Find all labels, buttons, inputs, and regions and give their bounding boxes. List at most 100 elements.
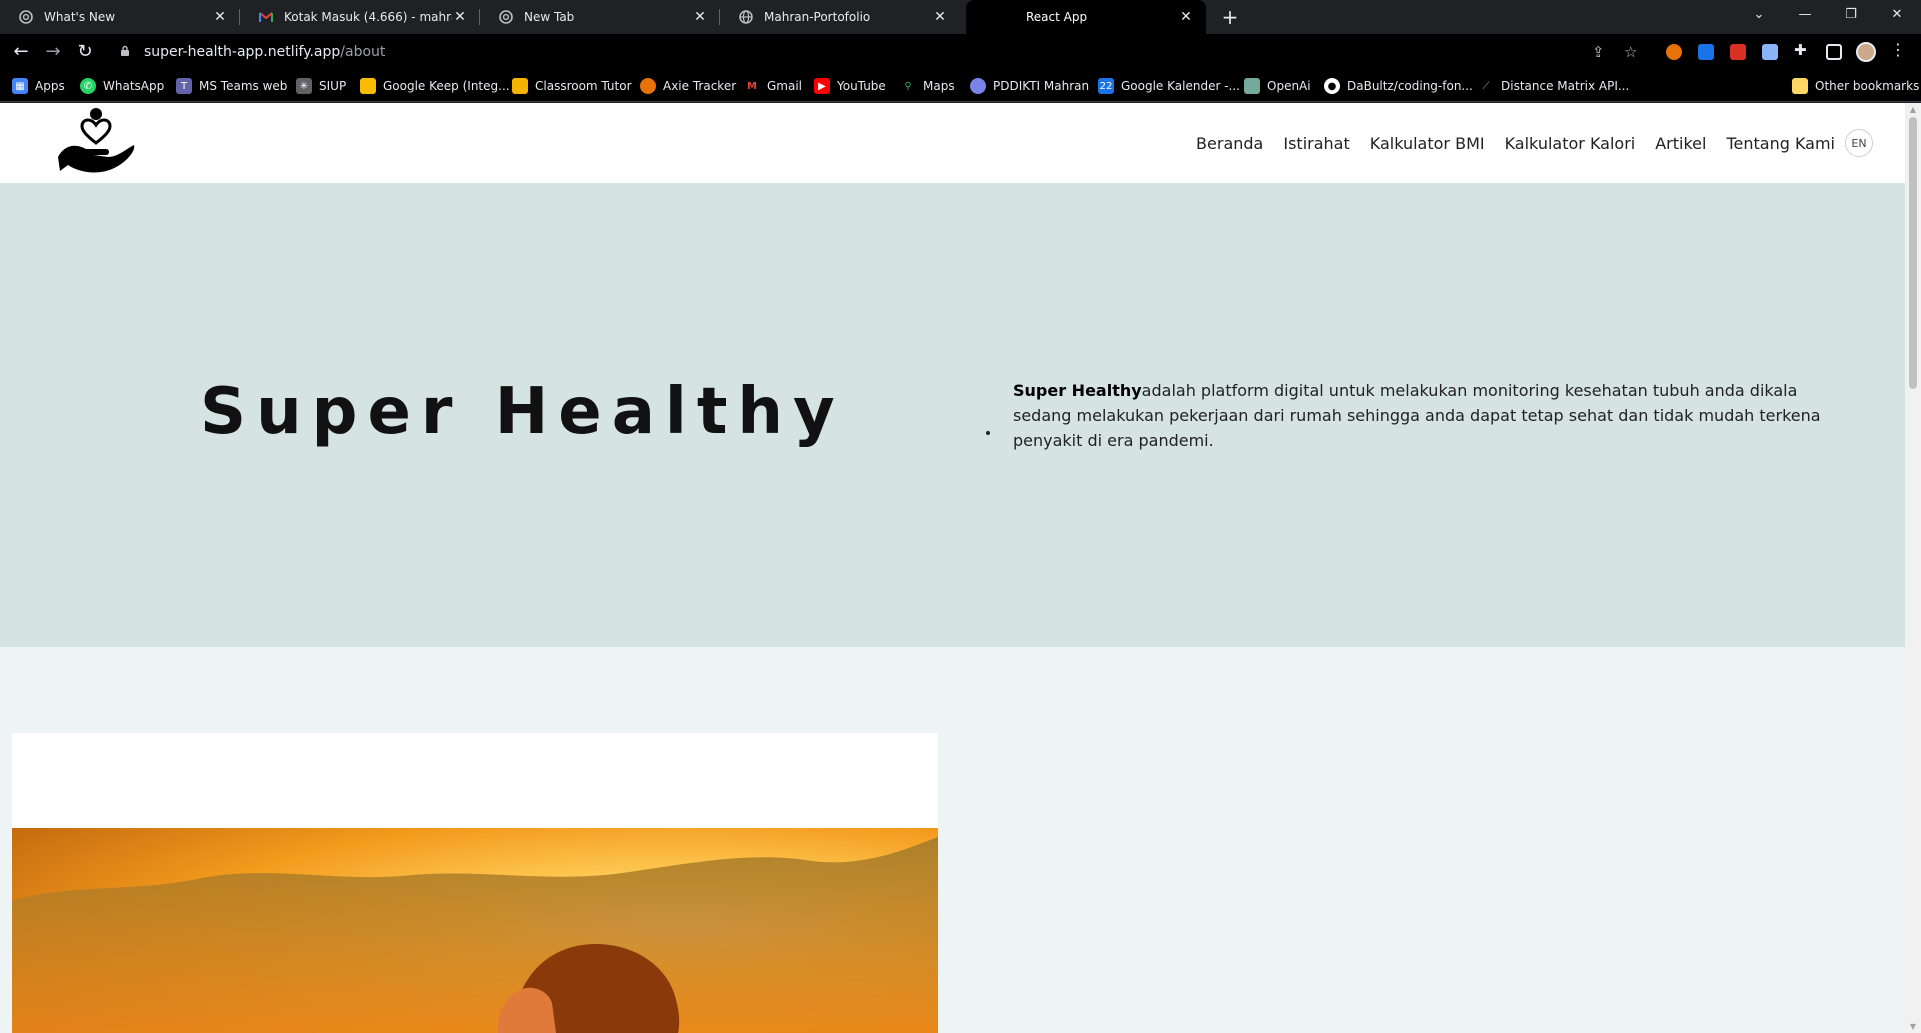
browser-tab[interactable]: Kotak Masuk (4.666) - mahran.ra ✕: [240, 0, 480, 34]
browser-tab[interactable]: New Tab ✕: [480, 0, 720, 34]
about-hero: Super Healthy Super Healthyadalah platfo…: [0, 183, 1905, 647]
bookmark-label: Maps: [923, 79, 955, 93]
bookmark-calendar[interactable]: 22 Google Kalender -...: [1098, 77, 1240, 95]
bookmarks-bar: ▦ Apps ✆ WhatsApp T MS Teams web ✳ SIUP Goog…: [0, 70, 1921, 102]
bookmark-pddikti[interactable]: PDDIKTI Mahran: [970, 77, 1089, 95]
bookmark-distance-matrix[interactable]: ⟋ Distance Matrix API...: [1478, 77, 1630, 95]
extension-icon[interactable]: [1666, 44, 1682, 60]
scroll-down-arrow[interactable]: ▼: [1909, 1022, 1917, 1031]
gmail-icon: M: [747, 80, 757, 92]
address-bar[interactable]: super-health-app.netlify.app/about: [110, 38, 1666, 66]
bookmark-label: Other bookmarks: [1815, 79, 1920, 93]
new-tab-button[interactable]: +: [1216, 4, 1244, 32]
bookmark-label: SIUP: [319, 79, 347, 93]
hero-description: Super Healthyadalah platform digital unt…: [1013, 378, 1843, 453]
youtube-icon: ▶: [814, 78, 830, 94]
url-path: /about: [340, 44, 386, 60]
close-icon[interactable]: ✕: [1178, 9, 1194, 25]
bookmark-label: Google Kalender -...: [1121, 79, 1240, 93]
menu-icon[interactable]: ⋮: [1890, 40, 1906, 59]
bookmark-teams[interactable]: T MS Teams web: [176, 77, 287, 95]
scroll-thumb[interactable]: [1909, 117, 1917, 389]
tab-title: Kotak Masuk (4.666) - mahran.ra: [284, 10, 452, 24]
close-icon[interactable]: ✕: [452, 9, 468, 25]
bookmark-label: Apps: [35, 79, 65, 93]
tab-title: New Tab: [524, 10, 575, 24]
nav-istirahat[interactable]: Istirahat: [1283, 134, 1349, 153]
window-close-button[interactable]: ✕: [1874, 0, 1920, 30]
brand-name: Super Healthy: [1013, 381, 1142, 400]
browser-tab[interactable]: What's New ✕: [0, 0, 240, 34]
extension-icon[interactable]: [1698, 44, 1714, 60]
close-icon[interactable]: ✕: [932, 9, 948, 25]
page-scrollbar[interactable]: ▲ ▼: [1905, 103, 1921, 1033]
nav-kalkulator-kalori[interactable]: Kalkulator Kalori: [1505, 134, 1636, 153]
openai-icon: [1244, 78, 1260, 94]
share-icon[interactable]: ⇪: [1592, 42, 1605, 62]
url-host: super-health-app.netlify.app: [144, 44, 341, 60]
bookmark-openai[interactable]: OpenAi: [1244, 77, 1311, 95]
globe-icon: [1000, 9, 1016, 25]
side-panel-icon[interactable]: [1826, 44, 1842, 60]
browser-toolbar: ← → ↻ super-health-app.netlify.app/about…: [0, 34, 1921, 70]
bookmark-youtube[interactable]: ▶ YouTube: [814, 77, 886, 95]
close-icon[interactable]: ✕: [212, 9, 228, 25]
bookmark-label: Distance Matrix API...: [1501, 79, 1630, 93]
tab-search-icon[interactable]: ⌄: [1736, 0, 1782, 30]
chrome-icon: [498, 9, 514, 25]
teams-icon: T: [176, 78, 192, 94]
back-button[interactable]: ←: [9, 40, 33, 64]
bullet-dot: [986, 431, 990, 435]
bookmark-label: PDDIKTI Mahran: [993, 79, 1090, 93]
bookmark-label: Google Keep (Integ...: [383, 79, 510, 93]
main-nav: Beranda Istirahat Kalkulator BMI Kalkula…: [1176, 103, 1873, 183]
gmail-icon: [258, 9, 274, 25]
bookmark-apps[interactable]: ▦ Apps: [12, 77, 65, 95]
page-title: Super Healthy: [200, 375, 845, 449]
minimize-button[interactable]: —: [1782, 0, 1828, 30]
bookmark-label: DaBultz/coding-fon...: [1347, 79, 1473, 93]
whatsapp-icon: ✆: [80, 78, 96, 94]
bookmark-maps[interactable]: ⚲ Maps: [900, 77, 955, 95]
folder-icon: [1792, 78, 1808, 94]
close-icon[interactable]: ✕: [692, 9, 708, 25]
nav-tentang-kami[interactable]: Tentang Kami: [1726, 134, 1835, 153]
bookmark-axie[interactable]: Axie Tracker: [640, 77, 736, 95]
globe-icon: [738, 9, 754, 25]
bookmark-keep[interactable]: Google Keep (Integ...: [360, 77, 510, 95]
language-toggle[interactable]: EN: [1845, 129, 1873, 157]
bookmark-whatsapp[interactable]: ✆ WhatsApp: [80, 77, 164, 95]
axie-icon: [640, 78, 656, 94]
bookmark-siup[interactable]: ✳ SIUP: [296, 77, 346, 95]
nav-beranda[interactable]: Beranda: [1196, 134, 1263, 153]
bookmark-label: OpenAi: [1267, 79, 1311, 93]
bookmark-label: MS Teams web: [199, 79, 288, 93]
hero-photo: [12, 733, 938, 1033]
scroll-up-arrow[interactable]: ▲: [1909, 105, 1917, 114]
bookmark-star-icon[interactable]: ☆: [1624, 42, 1637, 62]
forward-button[interactable]: →: [41, 40, 65, 64]
extension-icon[interactable]: [1762, 44, 1778, 60]
bookmark-classroom[interactable]: Classroom Tutor: [512, 77, 632, 95]
browser-tab[interactable]: Mahran-Portofolio ✕: [720, 0, 960, 34]
bookmark-github[interactable]: ● DaBultz/coding-fon...: [1324, 77, 1473, 95]
browser-tab-active[interactable]: React App ✕: [966, 0, 1206, 34]
bookmark-gmail[interactable]: M Gmail: [744, 77, 802, 95]
tab-strip: What's New ✕ Kotak Masuk (4.666) - mahra…: [0, 0, 1921, 34]
apps-grid-icon: ▦: [12, 78, 28, 94]
super-healthy-logo[interactable]: [54, 105, 138, 177]
avatar[interactable]: [1856, 42, 1876, 62]
reload-button[interactable]: ↻: [73, 40, 97, 64]
pddikti-icon: [970, 78, 986, 94]
extension-icon[interactable]: [1730, 44, 1746, 60]
puzzle-icon[interactable]: ✚: [1794, 40, 1807, 60]
other-bookmarks[interactable]: Other bookmarks: [1792, 77, 1919, 95]
siup-icon: ✳: [296, 78, 312, 94]
lock-icon: [120, 45, 134, 60]
classroom-icon: [512, 78, 528, 94]
chart-line-icon: ⟋: [1482, 80, 1490, 92]
nav-artikel[interactable]: Artikel: [1655, 134, 1706, 153]
page-viewport: Beranda Istirahat Kalkulator BMI Kalkula…: [0, 103, 1905, 1033]
restore-button[interactable]: ❐: [1828, 0, 1874, 30]
nav-kalkulator-bmi[interactable]: Kalkulator BMI: [1370, 134, 1485, 153]
